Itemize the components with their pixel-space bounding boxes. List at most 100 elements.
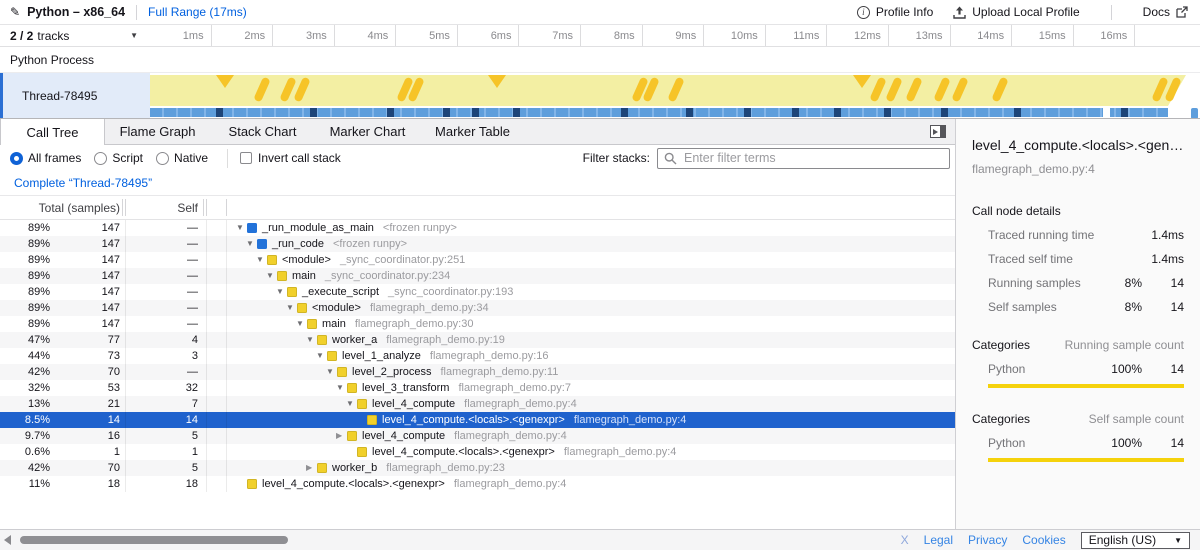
tab-stack-chart[interactable]: Stack Chart: [210, 119, 315, 144]
radio-all-frames[interactable]: All frames: [10, 151, 81, 165]
tab-flame-graph[interactable]: Flame Graph: [105, 119, 210, 144]
footer-link-cookies[interactable]: Cookies: [1022, 533, 1065, 547]
function-name: level_4_compute.<locals>.<genexpr>: [372, 446, 555, 458]
marker-triangle-icon[interactable]: [853, 75, 871, 88]
indent-spacer: [228, 356, 316, 357]
categories-label: Categories: [972, 338, 1030, 352]
expand-open-icon[interactable]: ▼: [286, 304, 297, 312]
marker-triangle-icon[interactable]: [216, 75, 234, 88]
expand-open-icon[interactable]: ▼: [316, 352, 327, 360]
call-tree-row[interactable]: 89%147—▼mainflamegraph_demo.py:30: [0, 316, 955, 332]
category-header: CategoriesSelf sample count: [972, 412, 1184, 426]
expand-collapsed-icon[interactable]: ▶: [336, 432, 347, 440]
ruler-tick: 10ms: [704, 25, 766, 46]
call-tree-row[interactable]: 13%217▼level_4_computeflamegraph_demo.py…: [0, 396, 955, 412]
samples-strip: [150, 108, 1168, 117]
expand-open-icon[interactable]: ▼: [256, 256, 267, 264]
full-range-link[interactable]: Full Range (17ms): [148, 5, 247, 19]
file-location: flamegraph_demo.py:4: [454, 478, 567, 490]
expand-open-icon[interactable]: ▼: [276, 288, 287, 296]
tracks-dropdown[interactable]: 2 / 2 tracks ▼: [0, 25, 150, 46]
radio-button-icon: [94, 152, 107, 165]
call-tree-row[interactable]: 42%70—▼level_2_processflamegraph_demo.py…: [0, 364, 955, 380]
tracks-scrollbar-thumb[interactable]: [1191, 108, 1198, 118]
filter-stacks-input[interactable]: [657, 148, 950, 169]
call-tree-row[interactable]: 9.7%165▶level_4_computeflamegraph_demo.p…: [0, 428, 955, 444]
row-self-samples: —: [125, 270, 206, 282]
footer-link-legal[interactable]: Legal: [924, 533, 953, 547]
call-tree-row[interactable]: 44%733▼level_1_analyzeflamegraph_demo.py…: [0, 348, 955, 364]
expand-open-icon[interactable]: ▼: [246, 240, 257, 248]
expand-open-icon[interactable]: ▼: [236, 224, 247, 232]
expand-open-icon[interactable]: ▼: [336, 384, 347, 392]
call-tree-row[interactable]: 89%147—▼main_sync_coordinator.py:234: [0, 268, 955, 284]
sidebar-toggle-button[interactable]: [930, 125, 958, 138]
expand-collapsed-icon[interactable]: ▶: [306, 464, 317, 472]
call-tree-row[interactable]: 32%5332▼level_3_transformflamegraph_demo…: [0, 380, 955, 396]
call-tree-row[interactable]: 89%147—▼_run_code<frozen runpy>: [0, 236, 955, 252]
footer-link-privacy[interactable]: Privacy: [968, 533, 1007, 547]
indent-spacer: [228, 260, 256, 261]
scroll-left-arrow-icon[interactable]: [4, 535, 11, 545]
tab-marker-table[interactable]: Marker Table: [420, 119, 525, 144]
thread-track-canvas[interactable]: [150, 73, 1200, 118]
expand-open-icon[interactable]: ▼: [326, 368, 337, 376]
file-location: flamegraph_demo.py:30: [355, 318, 474, 330]
row-self-samples: 5: [125, 430, 206, 442]
function-name: main: [322, 318, 346, 330]
invert-call-stack-toggle[interactable]: Invert call stack: [240, 151, 341, 165]
tab-marker-chart[interactable]: Marker Chart: [315, 119, 420, 144]
column-header-total[interactable]: Total (samples): [0, 196, 120, 220]
language-select[interactable]: English (US) ▼: [1081, 532, 1190, 549]
invert-checkbox[interactable]: [240, 152, 252, 164]
row-frame: ▼level_4_computeflamegraph_demo.py:4: [226, 398, 955, 410]
footer-link-x[interactable]: X: [901, 533, 909, 547]
edit-pencil-icon[interactable]: ✎: [10, 5, 20, 19]
radio-button-icon: [10, 152, 23, 165]
horizontal-scrollbar-thumb[interactable]: [20, 536, 288, 544]
marker-triangle-icon[interactable]: [488, 75, 506, 88]
row-frame: ▼worker_aflamegraph_demo.py:19: [226, 334, 955, 346]
row-total-samples: 14: [50, 414, 125, 426]
function-name: main: [292, 270, 316, 282]
tab-call-tree[interactable]: Call Tree: [0, 119, 105, 145]
ruler-tick: 4ms: [335, 25, 397, 46]
function-name: level_4_compute: [362, 430, 445, 442]
call-tree-row[interactable]: 0.6%11level_4_compute.<locals>.<genexpr>…: [0, 444, 955, 460]
expand-open-icon[interactable]: ▼: [296, 320, 307, 328]
yellow-frame-icon: [337, 367, 347, 377]
call-tree-row[interactable]: 11%1818level_4_compute.<locals>.<genexpr…: [0, 476, 955, 492]
breadcrumb-root-link[interactable]: Complete “Thread-78495”: [14, 176, 152, 190]
expand-open-icon[interactable]: ▼: [306, 336, 317, 344]
call-tree-row[interactable]: 42%705▶worker_bflamegraph_demo.py:23: [0, 460, 955, 476]
row-total-percent: 13%: [0, 398, 50, 410]
call-tree-row[interactable]: 8.5%1414level_4_compute.<locals>.<genexp…: [0, 412, 955, 428]
call-tree-row[interactable]: 89%147—▼_run_module_as_main<frozen runpy…: [0, 220, 955, 236]
ruler-tick: 15ms: [1012, 25, 1074, 46]
upload-icon: [953, 6, 966, 19]
chevron-down-icon: ▼: [130, 31, 138, 40]
file-location: flamegraph_demo.py:4: [564, 446, 677, 458]
indent-spacer: [228, 324, 296, 325]
row-self-samples: —: [125, 286, 206, 298]
docs-button[interactable]: Docs: [1143, 5, 1188, 19]
expand-open-icon[interactable]: ▼: [346, 400, 357, 408]
radio-script[interactable]: Script: [94, 151, 143, 165]
category-breakdowns: CategoriesRunning sample countPython100%…: [972, 338, 1184, 462]
thread-track-label[interactable]: Thread-78495: [0, 73, 150, 118]
profile-info-button[interactable]: i Profile Info: [857, 5, 933, 19]
call-tree-row[interactable]: 89%147—▼<module>flamegraph_demo.py:34: [0, 300, 955, 316]
expand-open-icon[interactable]: ▼: [266, 272, 277, 280]
file-location: flamegraph_demo.py:16: [430, 350, 549, 362]
row-total-percent: 44%: [0, 350, 50, 362]
call-tree-row[interactable]: 47%774▼worker_aflamegraph_demo.py:19: [0, 332, 955, 348]
radio-native[interactable]: Native: [156, 151, 208, 165]
file-location: _sync_coordinator.py:251: [340, 254, 465, 266]
call-tree-row[interactable]: 89%147—▼<module>_sync_coordinator.py:251: [0, 252, 955, 268]
upload-profile-button[interactable]: Upload Local Profile: [953, 5, 1079, 19]
process-track-header[interactable]: Python Process: [0, 47, 1200, 73]
file-location: flamegraph_demo.py:4: [574, 414, 687, 426]
column-header-self[interactable]: Self: [125, 196, 198, 220]
sidebar: level_4_compute.<locals>.<genexpr> flame…: [955, 119, 1200, 529]
call-tree-row[interactable]: 89%147—▼_execute_script_sync_coordinator…: [0, 284, 955, 300]
